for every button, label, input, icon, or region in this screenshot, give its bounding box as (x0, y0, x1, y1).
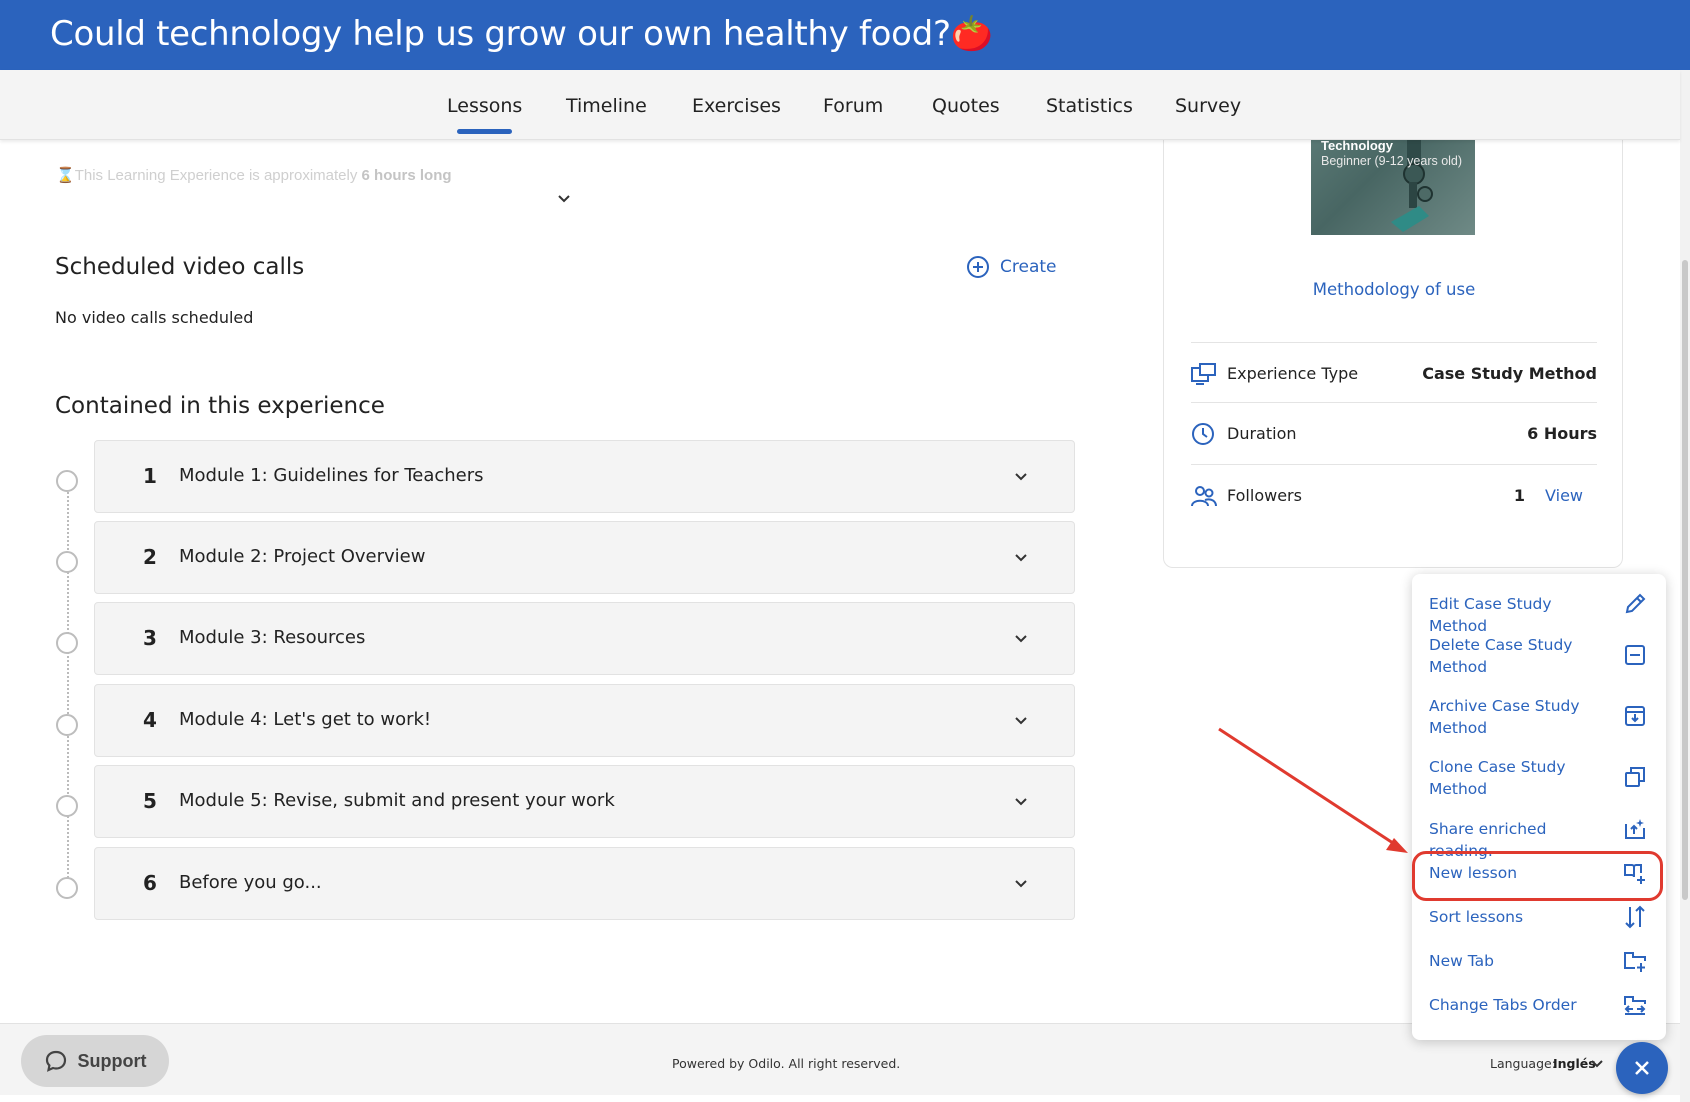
duration-note-value: 6 hours long (361, 167, 452, 184)
module-title: Module 2: Project Overview (179, 546, 426, 567)
followers-icon (1191, 486, 1217, 507)
duration-note-text: This Learning Experience is approximatel… (74, 167, 358, 184)
module-title: Before you go... (179, 872, 322, 893)
tab-forum[interactable]: Forum (823, 95, 883, 117)
menu-item-label: Edit Case Study Method (1429, 595, 1552, 635)
video-calls-title: Scheduled video calls (55, 254, 305, 280)
contained-title: Contained in this experience (55, 393, 385, 419)
followers-count: 1 (1513, 486, 1525, 505)
duration-row: Duration 6 Hours (1191, 402, 1597, 464)
support-label: Support (77, 1050, 147, 1071)
chat-bubble-icon (45, 1050, 66, 1072)
chevron-down-icon[interactable] (1013, 794, 1029, 810)
module-row[interactable]: 2 Module 2: Project Overview (94, 521, 1075, 594)
change-tabs-order-icon (1624, 996, 1646, 1015)
module-number: 5 (143, 789, 157, 813)
module-title: Module 1: Guidelines for Teachers (179, 465, 484, 486)
pencil-icon (1625, 593, 1646, 614)
share-reading-icon (1625, 819, 1645, 839)
module-status-dot (56, 714, 78, 736)
module-number: 3 (143, 626, 157, 650)
module-status-dot (56, 551, 78, 573)
menu-item-label: New Tab (1429, 952, 1494, 970)
clone-icon (1625, 767, 1645, 787)
page-scrollbar[interactable] (1680, 70, 1690, 1102)
followers-row: Followers 1 View (1191, 464, 1597, 526)
module-title: Module 5: Revise, submit and present you… (179, 790, 615, 811)
timeline-line (67, 485, 69, 890)
tab-survey[interactable]: Survey (1175, 95, 1241, 117)
sort-icon (1625, 905, 1645, 929)
experience-type-row: Experience Type Case Study Method (1191, 342, 1597, 404)
new-lesson-icon (1624, 864, 1645, 884)
tab-bar: Lessons Timeline Exercises Forum Quotes … (0, 70, 1680, 140)
minus-square-icon (1625, 645, 1645, 665)
experience-type-label: Experience Type (1227, 364, 1359, 383)
close-menu-button[interactable] (1616, 1042, 1668, 1094)
page-title: Could technology help us grow our own he… (50, 14, 993, 54)
module-number: 2 (143, 545, 157, 569)
menu-item-label: Sort lessons (1429, 908, 1524, 926)
followers-label: Followers (1227, 486, 1302, 505)
module-number: 6 (143, 871, 157, 895)
menu-item-label: New lesson (1429, 864, 1518, 882)
module-status-dot (56, 877, 78, 899)
chevron-down-icon[interactable] (1013, 713, 1029, 729)
tab-timeline[interactable]: Timeline (566, 95, 647, 117)
menu-item-label: Delete Case Study Method (1429, 636, 1573, 676)
experience-thumbnail[interactable]: Technology Beginner (9-12 years old) (1311, 130, 1475, 235)
clock-icon (1192, 423, 1214, 445)
chevron-down-icon[interactable] (1013, 550, 1029, 566)
chevron-down-icon[interactable] (1013, 631, 1029, 647)
module-status-dot (56, 470, 78, 492)
module-title: Module 3: Resources (179, 627, 366, 648)
actions-menu: Edit Case Study Method Delete Case Study… (1412, 574, 1666, 1040)
chevron-down-icon[interactable] (555, 190, 573, 208)
experience-type-icon (1191, 363, 1216, 385)
top-header: Could technology help us grow our own he… (0, 0, 1690, 70)
chevron-down-icon[interactable] (1013, 469, 1029, 485)
tab-exercises[interactable]: Exercises (692, 95, 781, 117)
methodology-link[interactable]: Methodology of use (1164, 280, 1624, 299)
menu-item-label: Clone Case Study Method (1429, 758, 1566, 798)
module-row[interactable]: 3 Module 3: Resources (94, 602, 1075, 675)
chevron-down-icon[interactable] (1590, 1057, 1604, 1071)
duration-label: Duration (1227, 424, 1297, 443)
module-row[interactable]: 6 Before you go... (94, 847, 1075, 920)
menu-item-label: Archive Case Study Method (1429, 697, 1580, 737)
no-video-calls-text: No video calls scheduled (55, 308, 254, 327)
module-number: 1 (143, 464, 157, 488)
menu-item-label: Share enriched reading. (1429, 820, 1547, 860)
plus-circle-icon (967, 256, 989, 278)
new-tab-icon (1624, 952, 1646, 972)
experience-info-card: Technology Beginner (9-12 years old) Met… (1163, 130, 1623, 568)
module-title: Module 4: Let's get to work! (179, 709, 432, 730)
support-button[interactable]: Support (21, 1035, 169, 1087)
language-label: Language: (1490, 1056, 1556, 1071)
duration-value: 6 Hours (1527, 424, 1597, 443)
module-row[interactable]: 1 Module 1: Guidelines for Teachers (94, 440, 1075, 513)
create-video-call-button[interactable]: Create (966, 255, 1057, 279)
menu-item-label: Change Tabs Order (1429, 996, 1577, 1014)
module-status-dot (56, 795, 78, 817)
duration-note: ⌛This Learning Experience is approximate… (56, 167, 452, 184)
robot-illustration-icon (1391, 136, 1433, 232)
experience-type-value: Case Study Method (1422, 364, 1597, 383)
archive-icon (1625, 706, 1645, 726)
module-row[interactable]: 5 Module 5: Revise, submit and present y… (94, 765, 1075, 838)
powered-by-text: Powered by Odilo. All right reserved. (672, 1056, 901, 1071)
module-number: 4 (143, 708, 157, 732)
tab-statistics[interactable]: Statistics (1046, 95, 1133, 117)
tab-lessons[interactable]: Lessons (447, 95, 522, 134)
create-label: Create (1000, 257, 1057, 277)
module-row[interactable]: 4 Module 4: Let's get to work! (94, 684, 1075, 757)
scrollbar-thumb[interactable] (1682, 260, 1688, 900)
chevron-down-icon[interactable] (1013, 876, 1029, 892)
thumbnail-level: Beginner (9-12 years old) (1321, 154, 1463, 168)
module-status-dot (56, 632, 78, 654)
tab-quotes[interactable]: Quotes (932, 95, 1000, 117)
close-icon (1635, 1061, 1649, 1075)
view-followers-link[interactable]: View (1545, 486, 1583, 505)
thumbnail-category: Technology (1321, 138, 1393, 153)
